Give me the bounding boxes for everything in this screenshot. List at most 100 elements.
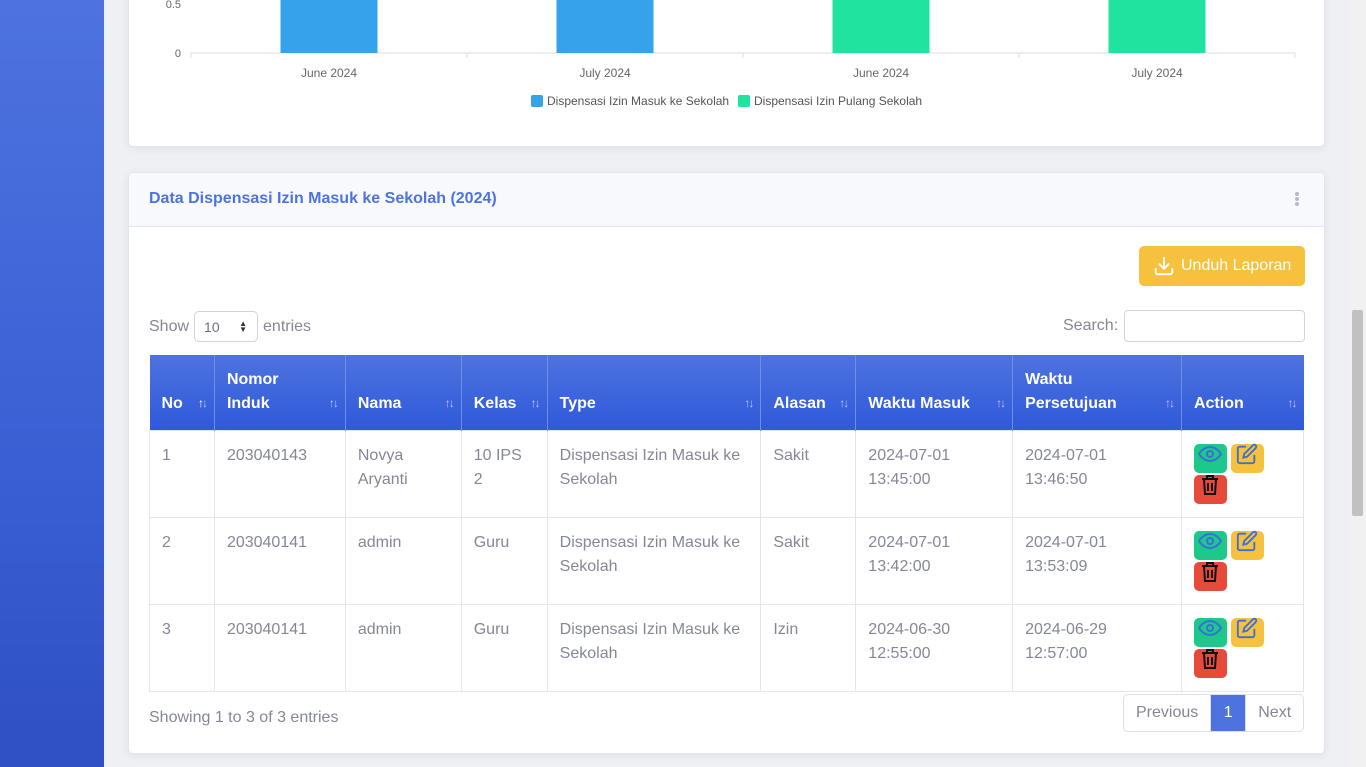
pagination: Previous 1 Next [1123,694,1305,732]
download-label: Unduh Laporan [1181,257,1292,274]
x-tick-label: June 2024 [853,66,909,80]
sort-icon: ↑↓ [444,396,455,410]
cell-waktu-masuk: 2024-07-01 13:45:00 [855,429,1014,518]
legend-label: Dispensasi Izin Masuk ke Sekolah [547,94,729,108]
bar [832,0,930,53]
trash-icon [1200,648,1220,678]
sort-icon: ↑↓ [839,396,849,410]
cell-kelas: 10 IPS 2 [460,429,548,518]
legend-swatch [531,95,543,107]
eye-icon [1198,445,1223,471]
column-header-nomor-induk[interactable]: Nomor Induk ↑↓ [213,355,346,430]
edit-icon [1236,530,1258,560]
chart-card: 0 0.5 June 2024 July 2024 June 2024 July 2024… [128,0,1325,147]
eye-icon [1198,532,1223,558]
bar [280,0,378,53]
cell-action [1180,603,1305,692]
cell-type: Dispensasi Izin Masuk ke Sekolah [546,516,762,605]
cell-waktu-persetujuan: 2024-06-29 12:57:00 [1012,603,1182,692]
cell-no: 1 [149,429,215,518]
bar [1108,0,1206,53]
cell-waktu-masuk: 2024-06-30 12:55:00 [855,603,1014,692]
cell-action [1180,429,1305,518]
table-row: 2 203040141 admin Guru Dispensasi Izin Masuk… [149,516,1305,605]
eye-icon [1198,619,1223,645]
entries-label: entries [263,317,312,335]
sort-icon: ↑↓ [1164,396,1175,410]
delete-button[interactable] [1193,561,1227,591]
download-icon [1154,256,1174,276]
edit-icon [1236,617,1258,647]
sort-icon: ↑↓ [328,396,339,410]
y-tick-label: 0 [175,48,181,60]
cell-waktu-masuk: 2024-07-01 13:42:00 [855,516,1014,605]
cell-kelas: Guru [460,603,548,692]
page-size-control: Show 10 ▲ ▼ entries [149,311,311,342]
edit-button[interactable] [1230,530,1264,560]
scrollbar[interactable] [1349,0,1366,767]
row-actions [1193,530,1274,591]
bar [556,0,654,53]
page-1-button[interactable]: 1 [1210,695,1246,731]
more-options-icon[interactable] [1294,192,1300,208]
row-actions [1193,617,1274,678]
next-page-button[interactable]: Next [1245,695,1303,731]
x-tick-label: July 2024 [579,66,631,80]
scrollbar-thumb[interactable] [1352,310,1363,516]
view-button[interactable] [1193,443,1227,473]
delete-button[interactable] [1193,474,1227,504]
column-header-kelas[interactable]: Kelas ↑↓ [460,355,548,430]
sort-icon: ↑↓ [996,396,1006,410]
column-header-no[interactable]: No ↑↓ [149,355,215,430]
cell-no: 2 [149,516,215,605]
download-report-button[interactable]: Unduh Laporan [1139,246,1305,286]
x-tick-label: June 2024 [301,66,357,80]
column-header-type[interactable]: Type ↑↓ [546,355,761,430]
cell-alasan: Sakit [760,429,857,518]
trash-icon [1200,561,1220,591]
cell-no: 3 [149,603,215,692]
column-header-waktu-persetujuan[interactable]: Waktu Persetujuan ↑↓ [1012,355,1182,430]
cell-type: Dispensasi Izin Masuk ke Sekolah [546,429,762,518]
select-arrows-icon: ▲ ▼ [239,319,248,334]
sort-icon: ↑↓ [744,396,754,410]
cell-nama: admin [344,603,462,692]
cell-nama: Novya Aryanti [344,429,462,518]
search-input[interactable] [1124,310,1306,342]
card-title: Data Dispensasi Izin Masuk ke Sekolah (2… [149,190,497,207]
y-tick-label: 0.5 [166,0,181,11]
search-control: Search: [1063,310,1306,342]
column-header-action[interactable]: Action ↑↓ [1180,355,1304,430]
cell-nomor-induk: 203040143 [213,429,346,518]
search-label: Search: [1063,317,1119,334]
cell-kelas: Guru [460,516,548,605]
table-row: 3 203040141 admin Guru Dispensasi Izin Masuk… [149,603,1305,692]
edit-button[interactable] [1230,443,1264,473]
view-button[interactable] [1193,530,1227,560]
cell-alasan: Sakit [760,516,857,605]
view-button[interactable] [1193,617,1227,647]
cell-alasan: Izin [760,603,857,692]
column-header-alasan[interactable]: Alasan ↑↓ [760,355,856,430]
sidebar [0,0,104,767]
table-row: 1 203040143 Novya Aryanti 10 IPS 2 Dispensas… [149,429,1305,518]
edit-button[interactable] [1230,617,1264,647]
cell-type: Dispensasi Izin Masuk ke Sekolah [546,603,762,692]
column-header-waktu-masuk[interactable]: Waktu Masuk ↑↓ [855,355,1013,430]
show-label: Show [149,317,190,335]
sort-icon: ↑↓ [197,396,208,410]
table-info: Showing 1 to 3 of 3 entries [149,709,339,726]
trash-icon [1200,474,1220,504]
bar-chart: 0 0.5 June 2024 July 2024 June 2024 July 2024… [166,0,1296,108]
delete-button[interactable] [1193,648,1227,678]
page-size-select[interactable]: 10 ▲ ▼ [194,311,259,342]
legend-label: Dispensasi Izin Pulang Sekolah [754,94,922,108]
card-header: Data Dispensasi Izin Masuk ke Sekolah (2… [129,173,1324,227]
cell-nomor-induk: 203040141 [213,516,346,605]
cell-waktu-persetujuan: 2024-07-01 13:53:09 [1012,516,1182,605]
edit-icon [1236,443,1258,473]
cell-nomor-induk: 203040141 [213,603,346,692]
column-header-nama[interactable]: Nama ↑↓ [344,355,462,430]
previous-page-button[interactable]: Previous [1124,695,1210,731]
page-size-value: 10 [204,319,220,335]
